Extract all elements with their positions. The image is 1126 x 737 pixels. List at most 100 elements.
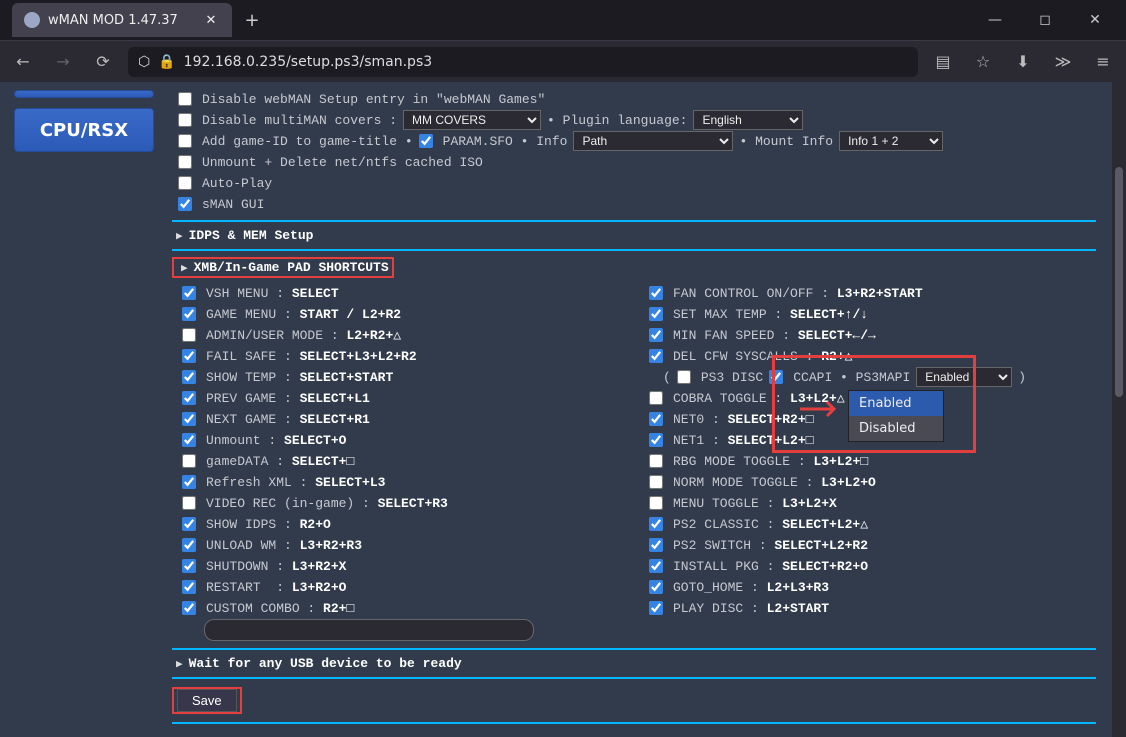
chk-ps3disc[interactable] [677, 370, 691, 384]
chk-right-b-6[interactable] [649, 517, 663, 531]
sel-info[interactable]: Path [573, 131, 733, 151]
lbl: • Mount Info [739, 134, 833, 149]
chk-disable-covers[interactable] [178, 113, 192, 127]
shield-icon: ⬡ [138, 54, 150, 70]
tab-title: wMAN MOD 1.47.37 [48, 13, 178, 28]
chk-left-7[interactable] [182, 433, 196, 447]
chk-left-8[interactable] [182, 454, 196, 468]
chk-left-13[interactable] [182, 559, 196, 573]
lbl: Unmount + Delete net/ntfs cached ISO [202, 155, 483, 170]
custom-combo-input[interactable] [204, 619, 534, 641]
lbl: sMAN GUI [202, 197, 264, 212]
dropdown-ps3mapi-open[interactable]: Enabled Disabled [848, 390, 944, 442]
chk-left-10[interactable] [182, 496, 196, 510]
lbl: VIDEO REC (in-game) : SELECT+R3 [206, 496, 448, 511]
section-usb[interactable]: Wait for any USB device to be ready [172, 656, 1096, 671]
scrollbar-vertical[interactable] [1112, 82, 1126, 737]
sel-mount[interactable]: Info 1 + 2 [839, 131, 943, 151]
sidebar-item-cpu-rsx[interactable]: CPU/RSX [14, 108, 154, 152]
browser-toolbar: ← → ⟳ ⬡ 🔒 192.168.0.235/setup.ps3/sman.p… [0, 40, 1126, 82]
chk-left-15[interactable] [182, 601, 196, 615]
chk-right-b-7[interactable] [649, 538, 663, 552]
chk-auto-play[interactable] [178, 176, 192, 190]
pad-shortcuts-grid: VSH MENU : SELECT GAME MENU : START / L2+… [172, 280, 1096, 642]
lbl: ADMIN/USER MODE : L2+R2+△ [206, 328, 401, 343]
section-idps[interactable]: IDPS & MEM Setup [172, 228, 1096, 243]
chk-left-11[interactable] [182, 517, 196, 531]
section-pad[interactable]: XMB/In-Game PAD SHORTCUTS [177, 260, 389, 275]
chk-right-b-8[interactable] [649, 559, 663, 573]
chk-left-2[interactable] [182, 328, 196, 342]
lbl: GAME MENU : START / L2+R2 [206, 307, 401, 322]
overflow-icon[interactable]: ≫ [1048, 47, 1078, 77]
chk-ccapi[interactable] [769, 370, 783, 384]
lbl: GOTO_HOME : L2+L3+R3 [673, 580, 829, 595]
chk-right-b-1[interactable] [649, 412, 663, 426]
chk-right-b-10[interactable] [649, 601, 663, 615]
new-tab-button[interactable]: + [238, 6, 266, 34]
chk-right-b-0[interactable] [649, 391, 663, 405]
dropdown-option-enabled[interactable]: Enabled [849, 391, 943, 416]
chk-left-3[interactable] [182, 349, 196, 363]
chk-left-12[interactable] [182, 538, 196, 552]
chk-right-b-9[interactable] [649, 580, 663, 594]
chk-left-1[interactable] [182, 307, 196, 321]
chk-right-a-0[interactable] [649, 286, 663, 300]
chk-right-b-2[interactable] [649, 433, 663, 447]
close-window-button[interactable]: ✕ [1072, 4, 1118, 36]
lbl: gameDATA : SELECT+□ [206, 454, 354, 469]
browser-titlebar: wMAN MOD 1.47.37 ✕ + — ◻ ✕ [0, 0, 1126, 40]
browser-tab[interactable]: wMAN MOD 1.47.37 ✕ [12, 3, 232, 37]
bookmark-icon[interactable]: ☆ [968, 47, 998, 77]
back-button[interactable]: ← [8, 47, 38, 77]
minimize-button[interactable]: — [972, 4, 1018, 36]
reader-icon[interactable]: ▤ [928, 47, 958, 77]
lbl: MENU TOGGLE : L3+L2+X [673, 496, 837, 511]
chk-right-a-2[interactable] [649, 328, 663, 342]
chk-disable-setup[interactable] [178, 92, 192, 106]
chk-right-a-3[interactable] [649, 349, 663, 363]
lbl: SET MAX TEMP : SELECT+↑/↓ [673, 307, 868, 322]
chk-right-b-5[interactable] [649, 496, 663, 510]
download-icon[interactable]: ⬇ [1008, 47, 1038, 77]
lbl: Auto-Play [202, 176, 272, 191]
divider [172, 648, 1096, 650]
dropdown-option-disabled[interactable]: Disabled [849, 416, 943, 441]
lbl: VSH MENU : SELECT [206, 286, 339, 301]
sel-ps3mapi[interactable]: Enabled [916, 367, 1012, 387]
sel-lang[interactable]: English [693, 110, 803, 130]
lbl: PREV GAME : SELECT+L1 [206, 391, 370, 406]
lbl: NEXT GAME : SELECT+R1 [206, 412, 370, 427]
chk-right-a-1[interactable] [649, 307, 663, 321]
lbl: SHOW IDPS : R2+O [206, 517, 331, 532]
chk-right-b-3[interactable] [649, 454, 663, 468]
chk-unmount-delete[interactable] [178, 155, 192, 169]
forward-button: → [48, 47, 78, 77]
chk-right-b-4[interactable] [649, 475, 663, 489]
chk-left-9[interactable] [182, 475, 196, 489]
lbl: PARAM.SFO • Info [443, 134, 568, 149]
lbl: DEL CFW SYSCALLS : R2+△ [673, 349, 852, 364]
reload-button[interactable]: ⟳ [88, 47, 118, 77]
sel-covers[interactable]: MM COVERS [403, 110, 541, 130]
sidebar-item-prev[interactable] [14, 90, 154, 98]
chk-left-4[interactable] [182, 370, 196, 384]
highlight-box-pad: XMB/In-Game PAD SHORTCUTS [172, 257, 394, 278]
save-button[interactable]: Save [177, 689, 237, 712]
chk-sman-gui[interactable] [178, 197, 192, 211]
chk-left-0[interactable] [182, 286, 196, 300]
menu-icon[interactable]: ≡ [1088, 47, 1118, 77]
chk-param-sfo[interactable] [419, 134, 433, 148]
chk-left-6[interactable] [182, 412, 196, 426]
lbl: INSTALL PKG : SELECT+R2+O [673, 559, 868, 574]
maximize-button[interactable]: ◻ [1022, 4, 1068, 36]
lbl: Add game-ID to game-title • [202, 134, 413, 149]
close-icon[interactable]: ✕ [202, 11, 220, 29]
chk-left-5[interactable] [182, 391, 196, 405]
col-right: FAN CONTROL ON/OFF : L3+R2+STARTSET MAX … [639, 280, 1096, 642]
paren: ( [663, 370, 671, 385]
url-bar[interactable]: ⬡ 🔒 192.168.0.235/setup.ps3/sman.ps3 [128, 47, 918, 77]
chk-left-14[interactable] [182, 580, 196, 594]
lbl: PLAY DISC : L2+START [673, 601, 829, 616]
chk-add-gameid[interactable] [178, 134, 192, 148]
